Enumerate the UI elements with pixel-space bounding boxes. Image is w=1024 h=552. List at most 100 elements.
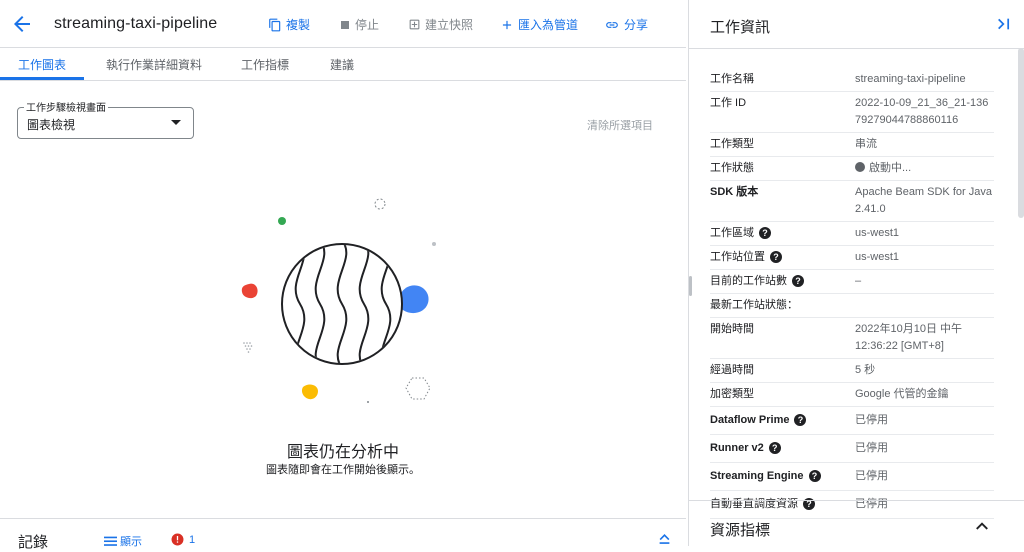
help-icon[interactable]: ? [770,251,782,263]
main-pane: streaming-taxi-pipeline 複製 停止 建立快照 匯入為管道… [0,0,686,551]
green-dot-icon [278,217,286,225]
job-info-title: 工作資訊 [710,19,771,36]
collapse-panel-icon[interactable] [996,17,1012,31]
snapshot-button[interactable]: 建立快照 [408,16,473,33]
help-icon[interactable]: ? [794,414,807,426]
globe-icon [281,243,403,365]
show-logs-label: 顯示 [120,536,142,548]
help-icon[interactable]: ? [792,275,804,287]
info-row-job-region: 工作區域? us-west1 [710,222,994,246]
dropdown-arrow-icon[interactable] [171,120,181,125]
dotted-circle-icon [374,198,386,210]
stop-icon [341,20,349,29]
info-row-job-id: 工作 ID 2022-10-09_21_36_21-13679279044788… [710,92,994,133]
divider [689,500,1024,501]
graph-analyzing-illustration [241,198,436,403]
blue-blob-icon [399,285,429,314]
error-count-button[interactable]: 1 [171,533,195,546]
share-button[interactable]: 分享 [604,16,648,33]
link-icon [606,21,618,28]
info-row-worker-location: 工作站位置? us-west1 [710,246,994,270]
divider [689,48,1024,49]
job-header: streaming-taxi-pipeline 複製 停止 建立快照 匯入為管道… [0,0,686,48]
dotted-triangle-icon [243,342,253,353]
info-label: Streaming Engine [710,470,804,482]
small-dot-icon [367,401,369,403]
info-row-job-name: 工作名稱 streaming-taxi-pipeline [710,68,994,92]
copy-label: 複製 [286,18,311,32]
show-logs-button[interactable]: 顯示 [104,533,142,549]
job-title: streaming-taxi-pipeline [54,15,218,32]
info-value: 5 秒 [855,364,876,376]
info-value: us-west1 [855,227,900,239]
info-label: 最新工作站狀態： [710,299,798,311]
help-icon[interactable]: ? [768,442,781,454]
info-label: 工作名稱 [710,73,754,85]
info-label: SDK 版本 [710,186,759,198]
logs-title: 記錄 [18,534,49,551]
resource-metrics-title[interactable]: 資源指標 [710,519,770,540]
info-row-start-time: 開始時間 2022年10月10日 中午12:36:22 [GMT+8] [710,318,994,359]
job-tabs: 工作圖表 執行作業詳細資料 工作指標 建議 [0,48,686,81]
tab-execution-details[interactable]: 執行作業詳細資料 [106,56,202,73]
error-count: 1 [189,533,196,546]
info-value: – [855,275,862,287]
info-label: Dataflow Prime [710,414,790,426]
small-dot-icon [432,242,436,246]
info-value: us-west1 [855,251,900,263]
info-value [910,294,994,317]
info-label: 工作區域 [710,227,754,239]
info-row-job-type: 工作類型 串流 [710,133,994,157]
import-pipeline-button[interactable]: 匯入為管道 [500,16,578,33]
graph-view-select-value: 圖表檢視 [27,118,76,132]
info-value[interactable]: 2022-10-09_21_36_21-13679279044788860116 [855,92,994,132]
red-blob-icon [241,283,258,299]
info-value: 已停用 [855,414,888,426]
stop-button[interactable]: 停止 [339,16,379,33]
graph-view-select-label: 工作步驟檢視畫面 [24,99,108,114]
logs-bar: 記錄 顯示 1 [0,518,686,551]
info-label: 工作 ID [710,97,747,109]
panel-scrollbar[interactable] [1018,48,1024,218]
dotted-hexagon-icon [405,377,431,400]
help-icon[interactable]: ? [759,227,771,239]
copy-icon [269,18,281,31]
info-value: 已停用 [855,470,888,482]
info-label: 經過時間 [710,364,754,376]
import-pipeline-label: 匯入為管道 [518,18,579,32]
chevron-up-icon[interactable] [975,521,989,531]
expand-logs-icon[interactable] [658,533,671,545]
info-row-runner-v2: Runner v2? 已停用 [710,435,994,463]
help-icon[interactable]: ? [808,470,821,482]
info-label: 加密類型 [710,388,754,400]
info-value: 串流 [855,138,877,150]
yellow-blob-icon [301,384,318,400]
empty-state-subtitle: 圖表隨即會在工作開始後顯示。 [266,464,420,476]
error-icon [171,533,184,546]
info-label: 自動垂直調度資源 [710,498,798,510]
job-info-table: 工作名稱 streaming-taxi-pipeline 工作 ID 2022-… [710,68,994,519]
tab-job-metrics[interactable]: 工作指標 [241,56,289,73]
status-dot-icon [855,162,865,172]
info-value: 2022年10月10日 中午12:36:22 [GMT+8] [855,323,962,352]
info-label: 目前的工作站數 [710,275,787,287]
snapshot-label: 建立快照 [425,18,474,32]
copy-button[interactable]: 複製 [268,16,310,33]
info-row-encryption-type: 加密類型 Google 代管的金鑰 [710,383,994,407]
share-label: 分享 [624,18,649,32]
info-label: Runner v2 [710,442,764,454]
back-arrow-icon[interactable] [10,12,34,36]
tab-job-graph[interactable]: 工作圖表 [18,56,66,73]
plus-icon [502,20,512,29]
info-row-latest-worker-status: 最新工作站狀態： [710,294,994,318]
info-row-dataflow-prime: Dataflow Prime? 已停用 [710,407,994,435]
info-row-job-status: 工作狀態 啟動中... [710,157,994,181]
info-row-sdk-version: SDK 版本 Apache Beam SDK for Java 2.41.0 [710,181,994,222]
status-value: 啟動中... [869,162,912,174]
info-label: 工作狀態 [710,162,754,174]
active-tab-indicator [0,77,84,80]
add-box-icon [409,19,420,30]
info-row-elapsed-time: 經過時間 5 秒 [710,359,994,383]
tab-recommendations[interactable]: 建議 [330,56,354,73]
clear-selection-button[interactable]: 清除所選項目 [587,117,653,133]
